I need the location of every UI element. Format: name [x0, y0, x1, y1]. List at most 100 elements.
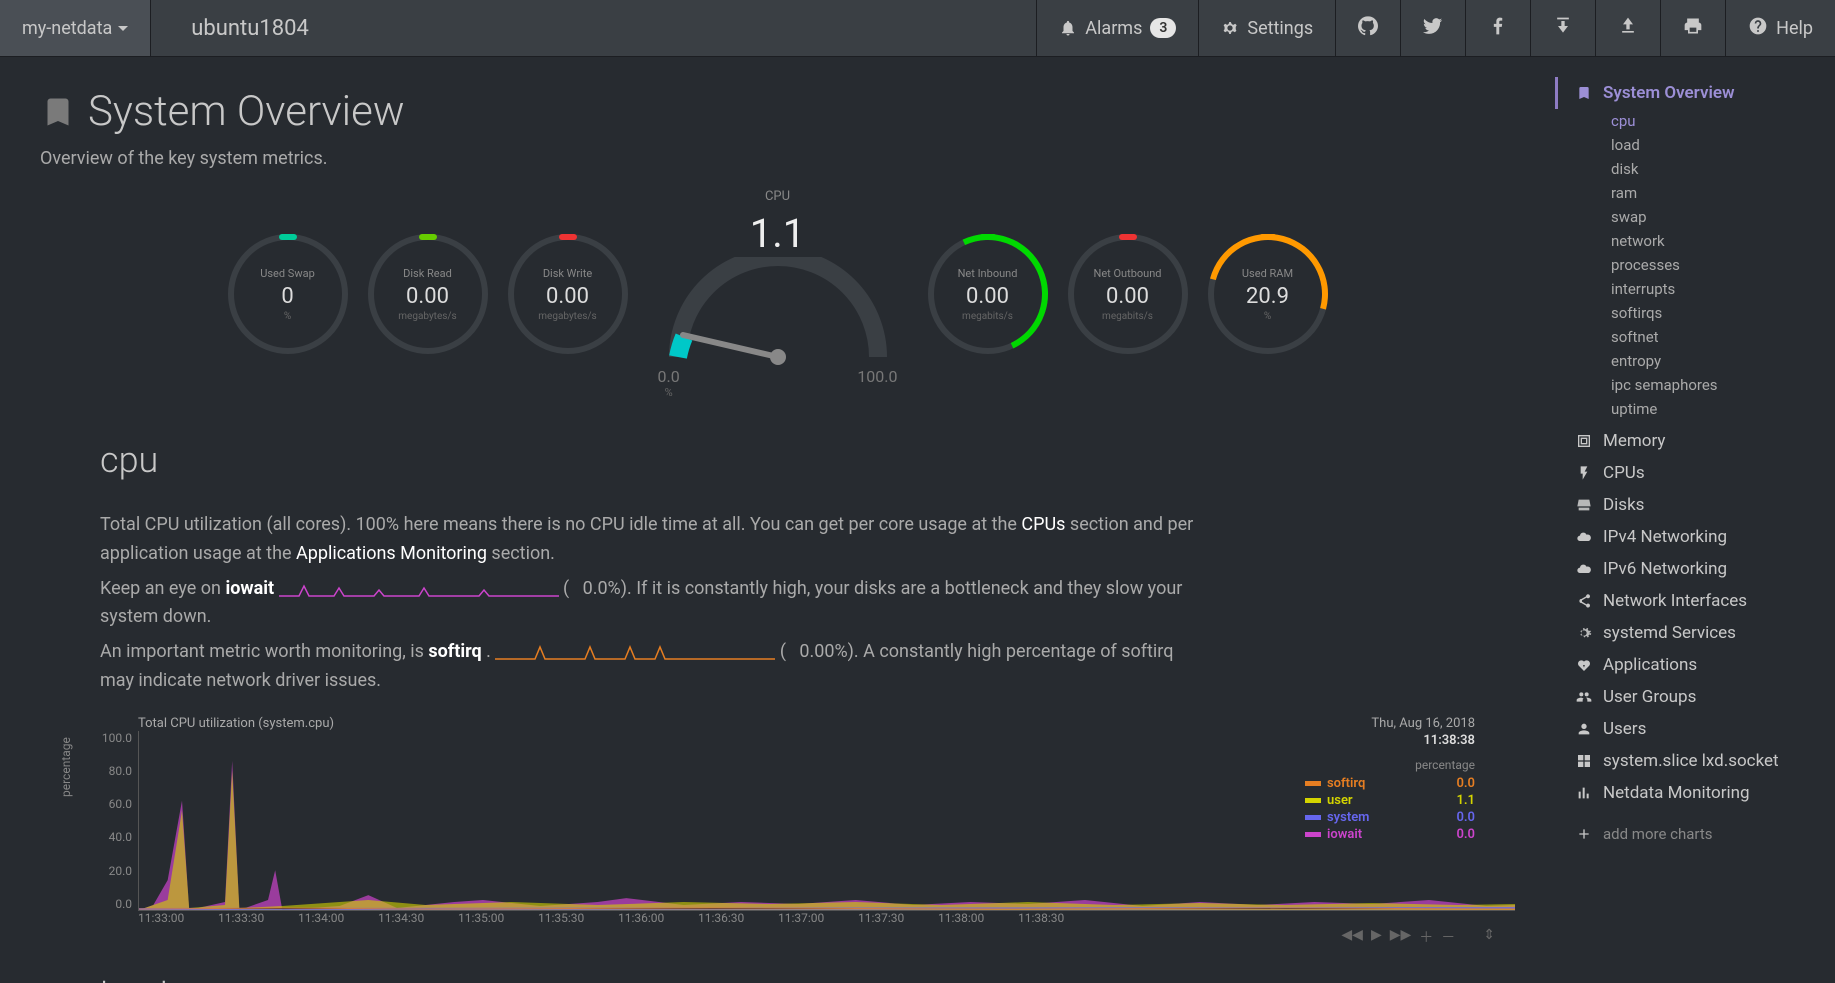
github-button[interactable]	[1335, 0, 1400, 56]
x-tick: 11:36:30	[698, 911, 778, 925]
gauge-value: 0.00	[406, 284, 449, 309]
gauge-disk-read[interactable]: Disk Read 0.00 megabytes/s	[363, 234, 493, 354]
cogs-icon	[1575, 624, 1593, 642]
x-tick: 11:33:00	[138, 911, 218, 925]
x-tick: 11:38:00	[938, 911, 1018, 925]
zoom-in-icon[interactable]: ＋	[1419, 927, 1433, 947]
sidebar-sub-processes[interactable]: processes	[1555, 253, 1835, 277]
cpu-desc-1: Total CPU utilization (all cores). 100% …	[100, 511, 1200, 569]
download-icon	[1553, 16, 1573, 41]
forward-icon[interactable]: ▶▶	[1390, 927, 1412, 947]
sidebar-item-label: add more charts	[1603, 825, 1713, 843]
gauge-value: 0	[281, 284, 293, 309]
gauge-value: 0.00	[546, 284, 589, 309]
sidebar-item-user-groups[interactable]: User Groups	[1555, 681, 1835, 713]
sidebar-item-label: User Groups	[1603, 687, 1696, 707]
gauge-label: Disk Read	[403, 267, 452, 280]
gauge-value: 1.1	[643, 210, 913, 257]
iowait-sparkline	[279, 580, 559, 598]
gauge-net-outbound[interactable]: Net Outbound 0.00 megabits/s	[1063, 234, 1193, 354]
x-tick: 11:38:30	[1018, 911, 1098, 925]
y-tick: 40.0	[109, 830, 132, 844]
gauge-label: Net Outbound	[1093, 267, 1161, 280]
gauge-used-swap[interactable]: Used Swap 0 %	[223, 234, 353, 354]
hdd-icon	[1575, 496, 1593, 514]
resize-icon[interactable]: ⇕	[1483, 927, 1495, 947]
play-icon[interactable]: ▶	[1371, 927, 1382, 947]
github-icon	[1358, 16, 1378, 41]
upload-button[interactable]	[1595, 0, 1660, 56]
gauge-disk-write[interactable]: Disk Write 0.00 megabytes/s	[503, 234, 633, 354]
rewind-icon[interactable]: ◀◀	[1341, 927, 1363, 947]
print-button[interactable]	[1660, 0, 1725, 56]
share-icon	[1575, 592, 1593, 610]
sidebar-add-more[interactable]: add more charts	[1555, 819, 1835, 849]
sidebar-sub-cpu[interactable]: cpu	[1555, 109, 1835, 133]
sidebar-sub-uptime[interactable]: uptime	[1555, 397, 1835, 421]
settings-label: Settings	[1247, 18, 1313, 39]
th-icon	[1575, 752, 1593, 770]
sidebar-sub-ipc-semaphores[interactable]: ipc semaphores	[1555, 373, 1835, 397]
help-button[interactable]: Help	[1725, 0, 1835, 56]
y-tick: 60.0	[109, 797, 132, 811]
sidebar-item-ipv4-networking[interactable]: IPv4 Networking	[1555, 521, 1835, 553]
x-tick: 11:35:00	[458, 911, 538, 925]
cpu-unit: %	[658, 386, 680, 399]
sidebar-item-label: Users	[1603, 719, 1646, 739]
chart-plot[interactable]	[138, 731, 1515, 911]
softirq-sparkline	[495, 643, 775, 661]
zoom-out-icon[interactable]: －	[1441, 927, 1455, 947]
cpus-link[interactable]: CPUs	[1021, 514, 1065, 535]
sidebar-item-ipv6-networking[interactable]: IPv6 Networking	[1555, 553, 1835, 585]
download-button[interactable]	[1530, 0, 1595, 56]
sidebar-sub-swap[interactable]: swap	[1555, 205, 1835, 229]
gauge-label: CPU	[643, 189, 913, 204]
sidebar-item-disks[interactable]: Disks	[1555, 489, 1835, 521]
sidebar-sub-load[interactable]: load	[1555, 133, 1835, 157]
bookmark-icon	[40, 94, 76, 130]
facebook-button[interactable]	[1465, 0, 1530, 56]
sidebar-item-overview[interactable]: System Overview	[1555, 77, 1835, 109]
twitter-button[interactable]	[1400, 0, 1465, 56]
sidebar-item-applications[interactable]: Applications	[1555, 649, 1835, 681]
gauges-row: Used Swap 0 % Disk Read 0.00 megabytes/s…	[40, 189, 1515, 399]
sidebar-item-systemd-services[interactable]: systemd Services	[1555, 617, 1835, 649]
upload-icon	[1618, 16, 1638, 41]
x-tick: 11:37:30	[858, 911, 938, 925]
page-subtitle: Overview of the key system metrics.	[40, 148, 1515, 169]
memory-icon	[1575, 432, 1593, 450]
y-axis: 100.080.060.040.020.00.0	[78, 731, 138, 911]
apps-link[interactable]: Applications Monitoring	[296, 543, 487, 564]
sidebar-item-netdata-monitoring[interactable]: Netdata Monitoring	[1555, 777, 1835, 809]
chart-controls: ◀◀ ▶ ▶▶ ＋ － ⇕	[1341, 927, 1495, 947]
gauge-net-inbound[interactable]: Net Inbound 0.00 megabits/s	[923, 234, 1053, 354]
gauge-label: Used Swap	[260, 267, 315, 280]
sidebar-item-system-slice-lxd-socket[interactable]: system.slice lxd.socket	[1555, 745, 1835, 777]
cpu-desc-2: Keep an eye on iowait ( 0.0%). If it is …	[100, 575, 1200, 633]
gauge-used-ram[interactable]: Used RAM 20.9 %	[1203, 234, 1333, 354]
x-axis: 11:33:0011:33:3011:34:0011:34:3011:35:00…	[138, 911, 1515, 925]
sidebar-sub-interrupts[interactable]: interrupts	[1555, 277, 1835, 301]
bell-icon	[1059, 19, 1077, 37]
alarms-button[interactable]: Alarms 3	[1036, 0, 1198, 56]
sidebar-sub-softirqs[interactable]: softirqs	[1555, 301, 1835, 325]
alarms-label: Alarms	[1085, 18, 1142, 39]
sidebar-item-cpus[interactable]: CPUs	[1555, 457, 1835, 489]
sidebar-sub-ram[interactable]: ram	[1555, 181, 1835, 205]
plus-icon	[1575, 825, 1593, 843]
gauge-cpu[interactable]: CPU 1.1 0.0% 100.0	[643, 189, 913, 399]
sidebar-item-network-interfaces[interactable]: Network Interfaces	[1555, 585, 1835, 617]
sidebar-sub-softnet[interactable]: softnet	[1555, 325, 1835, 349]
gauge-unit: megabytes/s	[538, 311, 596, 322]
sidebar-sub-disk[interactable]: disk	[1555, 157, 1835, 181]
sidebar-sub-entropy[interactable]: entropy	[1555, 349, 1835, 373]
sidebar-item-label: Applications	[1603, 655, 1697, 675]
sidebar-item-label: Disks	[1603, 495, 1644, 515]
sidebar: System Overview cpuloaddiskramswapnetwor…	[1555, 57, 1835, 983]
hostname: ubuntu1804	[151, 16, 349, 41]
sidebar-item-memory[interactable]: Memory	[1555, 425, 1835, 457]
sidebar-item-users[interactable]: Users	[1555, 713, 1835, 745]
settings-button[interactable]: Settings	[1198, 0, 1335, 56]
sidebar-sub-network[interactable]: network	[1555, 229, 1835, 253]
brand-menu[interactable]: my-netdata	[0, 0, 151, 56]
